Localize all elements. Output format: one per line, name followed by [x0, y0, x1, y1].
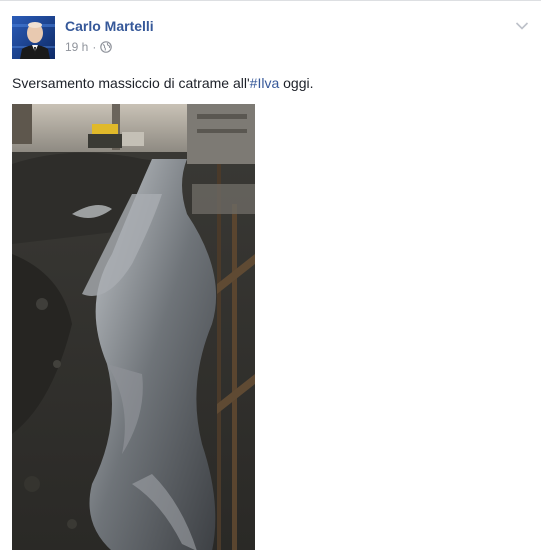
- post-text-after: oggi.: [279, 75, 314, 91]
- post-timestamp[interactable]: 19 h: [65, 40, 88, 54]
- meta-separator: ·: [92, 40, 97, 54]
- post-text: Sversamento massiccio di catrame all'#Il…: [12, 75, 313, 91]
- post-meta: 19 h ·: [65, 40, 113, 54]
- author-avatar[interactable]: [12, 16, 55, 59]
- globe-icon[interactable]: [100, 41, 113, 53]
- chevron-down-icon[interactable]: [515, 18, 529, 30]
- hashtag-link[interactable]: #Ilva: [250, 75, 280, 91]
- facebook-post: Carlo Martelli 19 h · Sversamento massic…: [0, 0, 541, 550]
- post-text-before: Sversamento massiccio di catrame all': [12, 75, 250, 91]
- post-photo[interactable]: [12, 104, 255, 550]
- author-name[interactable]: Carlo Martelli: [65, 18, 154, 34]
